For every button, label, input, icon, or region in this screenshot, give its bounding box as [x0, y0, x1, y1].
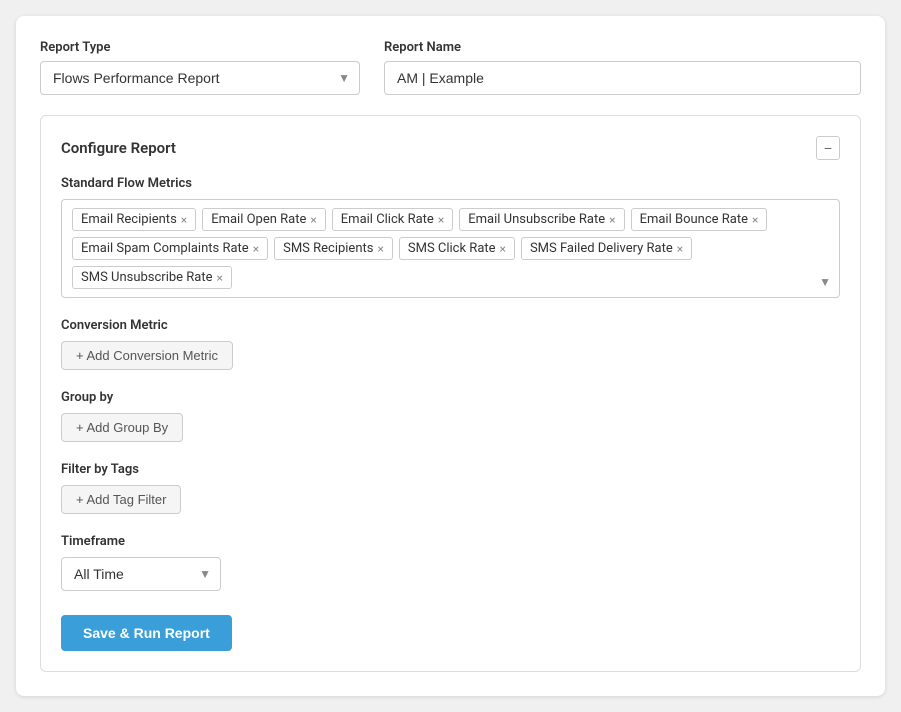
metric-tag-email-open-rate: Email Open Rate ×	[202, 208, 326, 231]
metric-label: Email Click Rate	[341, 212, 434, 227]
main-card: Report Type Flows Performance Report Cam…	[16, 16, 885, 696]
metric-label: Email Bounce Rate	[640, 212, 748, 227]
remove-email-bounce-rate-button[interactable]: ×	[752, 214, 758, 226]
remove-email-spam-button[interactable]: ×	[253, 243, 259, 255]
metric-label: SMS Unsubscribe Rate	[81, 270, 213, 285]
metric-tag-email-bounce-rate: Email Bounce Rate ×	[631, 208, 768, 231]
metric-label: Email Unsubscribe Rate	[468, 212, 605, 227]
metrics-box: Email Recipients × Email Open Rate × Ema…	[61, 199, 840, 298]
metric-tag-sms-failed-delivery-rate: SMS Failed Delivery Rate ×	[521, 237, 692, 260]
filter-by-tags-section: Filter by Tags + Add Tag Filter	[61, 462, 840, 514]
collapse-button[interactable]: −	[816, 136, 840, 160]
remove-sms-unsubscribe-button[interactable]: ×	[217, 272, 223, 284]
collapse-icon: −	[824, 140, 832, 156]
configure-card: Configure Report − Standard Flow Metrics…	[40, 115, 861, 672]
report-name-group: Report Name	[384, 40, 861, 95]
save-run-report-button[interactable]: Save & Run Report	[61, 615, 232, 651]
remove-email-open-rate-button[interactable]: ×	[310, 214, 316, 226]
configure-header: Configure Report −	[61, 136, 840, 160]
standard-flow-metrics-section: Standard Flow Metrics Email Recipients ×…	[61, 176, 840, 298]
timeframe-select[interactable]: All Time Last 7 Days Last 30 Days Last 9…	[61, 557, 221, 591]
report-name-label: Report Name	[384, 40, 861, 55]
metric-label: SMS Click Rate	[408, 241, 496, 256]
metric-tag-email-unsubscribe-rate: Email Unsubscribe Rate ×	[459, 208, 624, 231]
timeframe-select-wrapper: All Time Last 7 Days Last 30 Days Last 9…	[61, 557, 221, 591]
report-type-group: Report Type Flows Performance Report Cam…	[40, 40, 360, 95]
metric-label: Email Recipients	[81, 212, 177, 227]
add-conversion-metric-button[interactable]: + Add Conversion Metric	[61, 341, 233, 370]
metric-tag-sms-click-rate: SMS Click Rate ×	[399, 237, 515, 260]
metric-label: SMS Failed Delivery Rate	[530, 241, 673, 256]
add-group-by-button[interactable]: + Add Group By	[61, 413, 183, 442]
configure-title: Configure Report	[61, 139, 176, 157]
timeframe-label: Timeframe	[61, 534, 840, 549]
metrics-box-chevron-icon: ▼	[819, 275, 831, 289]
metric-tag-sms-recipients: SMS Recipients ×	[274, 237, 393, 260]
group-by-section: Group by + Add Group By	[61, 390, 840, 442]
remove-sms-failed-delivery-button[interactable]: ×	[677, 243, 683, 255]
remove-email-click-rate-button[interactable]: ×	[438, 214, 444, 226]
metric-tag-email-recipients: Email Recipients ×	[72, 208, 196, 231]
report-type-label: Report Type	[40, 40, 360, 55]
metric-label: Email Open Rate	[211, 212, 306, 227]
report-name-input[interactable]	[384, 61, 861, 95]
filter-by-tags-label: Filter by Tags	[61, 462, 840, 477]
report-type-select-wrapper: Flows Performance Report Campaign Perfor…	[40, 61, 360, 95]
remove-sms-click-rate-button[interactable]: ×	[500, 243, 506, 255]
conversion-metric-section: Conversion Metric + Add Conversion Metri…	[61, 318, 840, 370]
add-tag-filter-button[interactable]: + Add Tag Filter	[61, 485, 181, 514]
metric-label: Email Spam Complaints Rate	[81, 241, 249, 256]
metric-tag-email-spam-complaints-rate: Email Spam Complaints Rate ×	[72, 237, 268, 260]
metric-tag-email-click-rate: Email Click Rate ×	[332, 208, 453, 231]
group-by-label: Group by	[61, 390, 840, 405]
conversion-metric-label: Conversion Metric	[61, 318, 840, 333]
top-row: Report Type Flows Performance Report Cam…	[40, 40, 861, 95]
remove-email-recipients-button[interactable]: ×	[181, 214, 187, 226]
remove-email-unsubscribe-rate-button[interactable]: ×	[609, 214, 615, 226]
metric-label: SMS Recipients	[283, 241, 373, 256]
standard-flow-metrics-label: Standard Flow Metrics	[61, 176, 840, 191]
remove-sms-recipients-button[interactable]: ×	[377, 243, 383, 255]
metric-tag-sms-unsubscribe-rate: SMS Unsubscribe Rate ×	[72, 266, 232, 289]
report-type-select[interactable]: Flows Performance Report Campaign Perfor…	[40, 61, 360, 95]
